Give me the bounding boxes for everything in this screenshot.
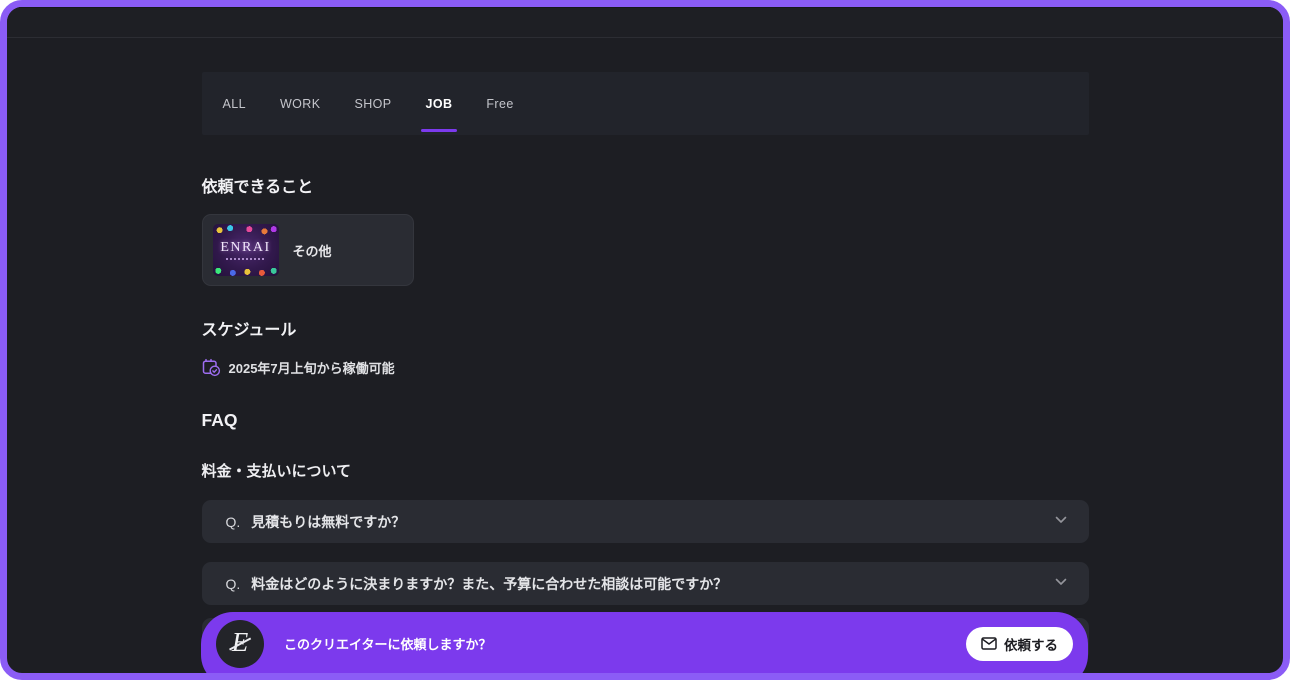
- tab-work[interactable]: WORK: [263, 72, 338, 135]
- services-section-title: 依頼できること: [201, 179, 314, 196]
- calendar-check-icon: [202, 358, 221, 377]
- creator-avatar: E: [216, 619, 264, 668]
- faq-group-title: 料金・支払いについて: [201, 463, 352, 480]
- faq-question-prefix: Q.: [225, 575, 241, 592]
- main-content: ALL WORK SHOP JOB Free 依頼できること ENRAI その他…: [201, 72, 1089, 661]
- request-button-label: 依頼する: [1004, 637, 1058, 653]
- thumbnail-subtitle-decoration: [225, 257, 266, 260]
- faq-item-pricing[interactable]: Q. 料金はどのように決まりますか？また、予算に合わせた相談は可能ですか？: [201, 562, 1089, 605]
- page-frame: ALL WORK SHOP JOB Free 依頼できること ENRAI その他…: [0, 0, 1290, 680]
- top-header-bar: [7, 7, 1283, 38]
- service-thumbnail-image: ENRAI: [212, 224, 279, 276]
- tab-bar: ALL WORK SHOP JOB Free: [201, 72, 1089, 135]
- thumbnail-title: ENRAI: [220, 239, 271, 255]
- creator-request-bar: E このクリエイターに依頼しますか？ 依頼する: [201, 612, 1088, 673]
- faq-section-title: FAQ: [201, 410, 238, 430]
- request-button[interactable]: 依頼する: [966, 626, 1073, 661]
- faq-question-text: 見積もりは無料ですか？: [251, 513, 406, 530]
- tab-free[interactable]: Free: [469, 72, 530, 135]
- faq-question-prefix: Q.: [225, 513, 241, 530]
- service-card-label: その他: [292, 243, 332, 259]
- chevron-down-icon: [1053, 511, 1069, 532]
- chevron-down-icon: [1053, 573, 1069, 594]
- tab-shop[interactable]: SHOP: [337, 72, 408, 135]
- schedule-availability-row: 2025年7月上旬から稼働可能: [202, 358, 1089, 377]
- service-card-other[interactable]: ENRAI その他: [201, 214, 414, 286]
- tab-job[interactable]: JOB: [408, 72, 469, 135]
- envelope-icon: [981, 637, 997, 650]
- schedule-availability-text: 2025年7月上旬から稼働可能: [228, 361, 395, 376]
- request-message: このクリエイターに依頼しますか？: [284, 637, 492, 652]
- tab-all[interactable]: ALL: [206, 72, 263, 135]
- faq-question-text: 料金はどのように決まりますか？また、予算に合わせた相談は可能ですか？: [251, 575, 728, 592]
- faq-item-estimate[interactable]: Q. 見積もりは無料ですか？: [201, 500, 1089, 543]
- schedule-section-title: スケジュール: [201, 322, 297, 339]
